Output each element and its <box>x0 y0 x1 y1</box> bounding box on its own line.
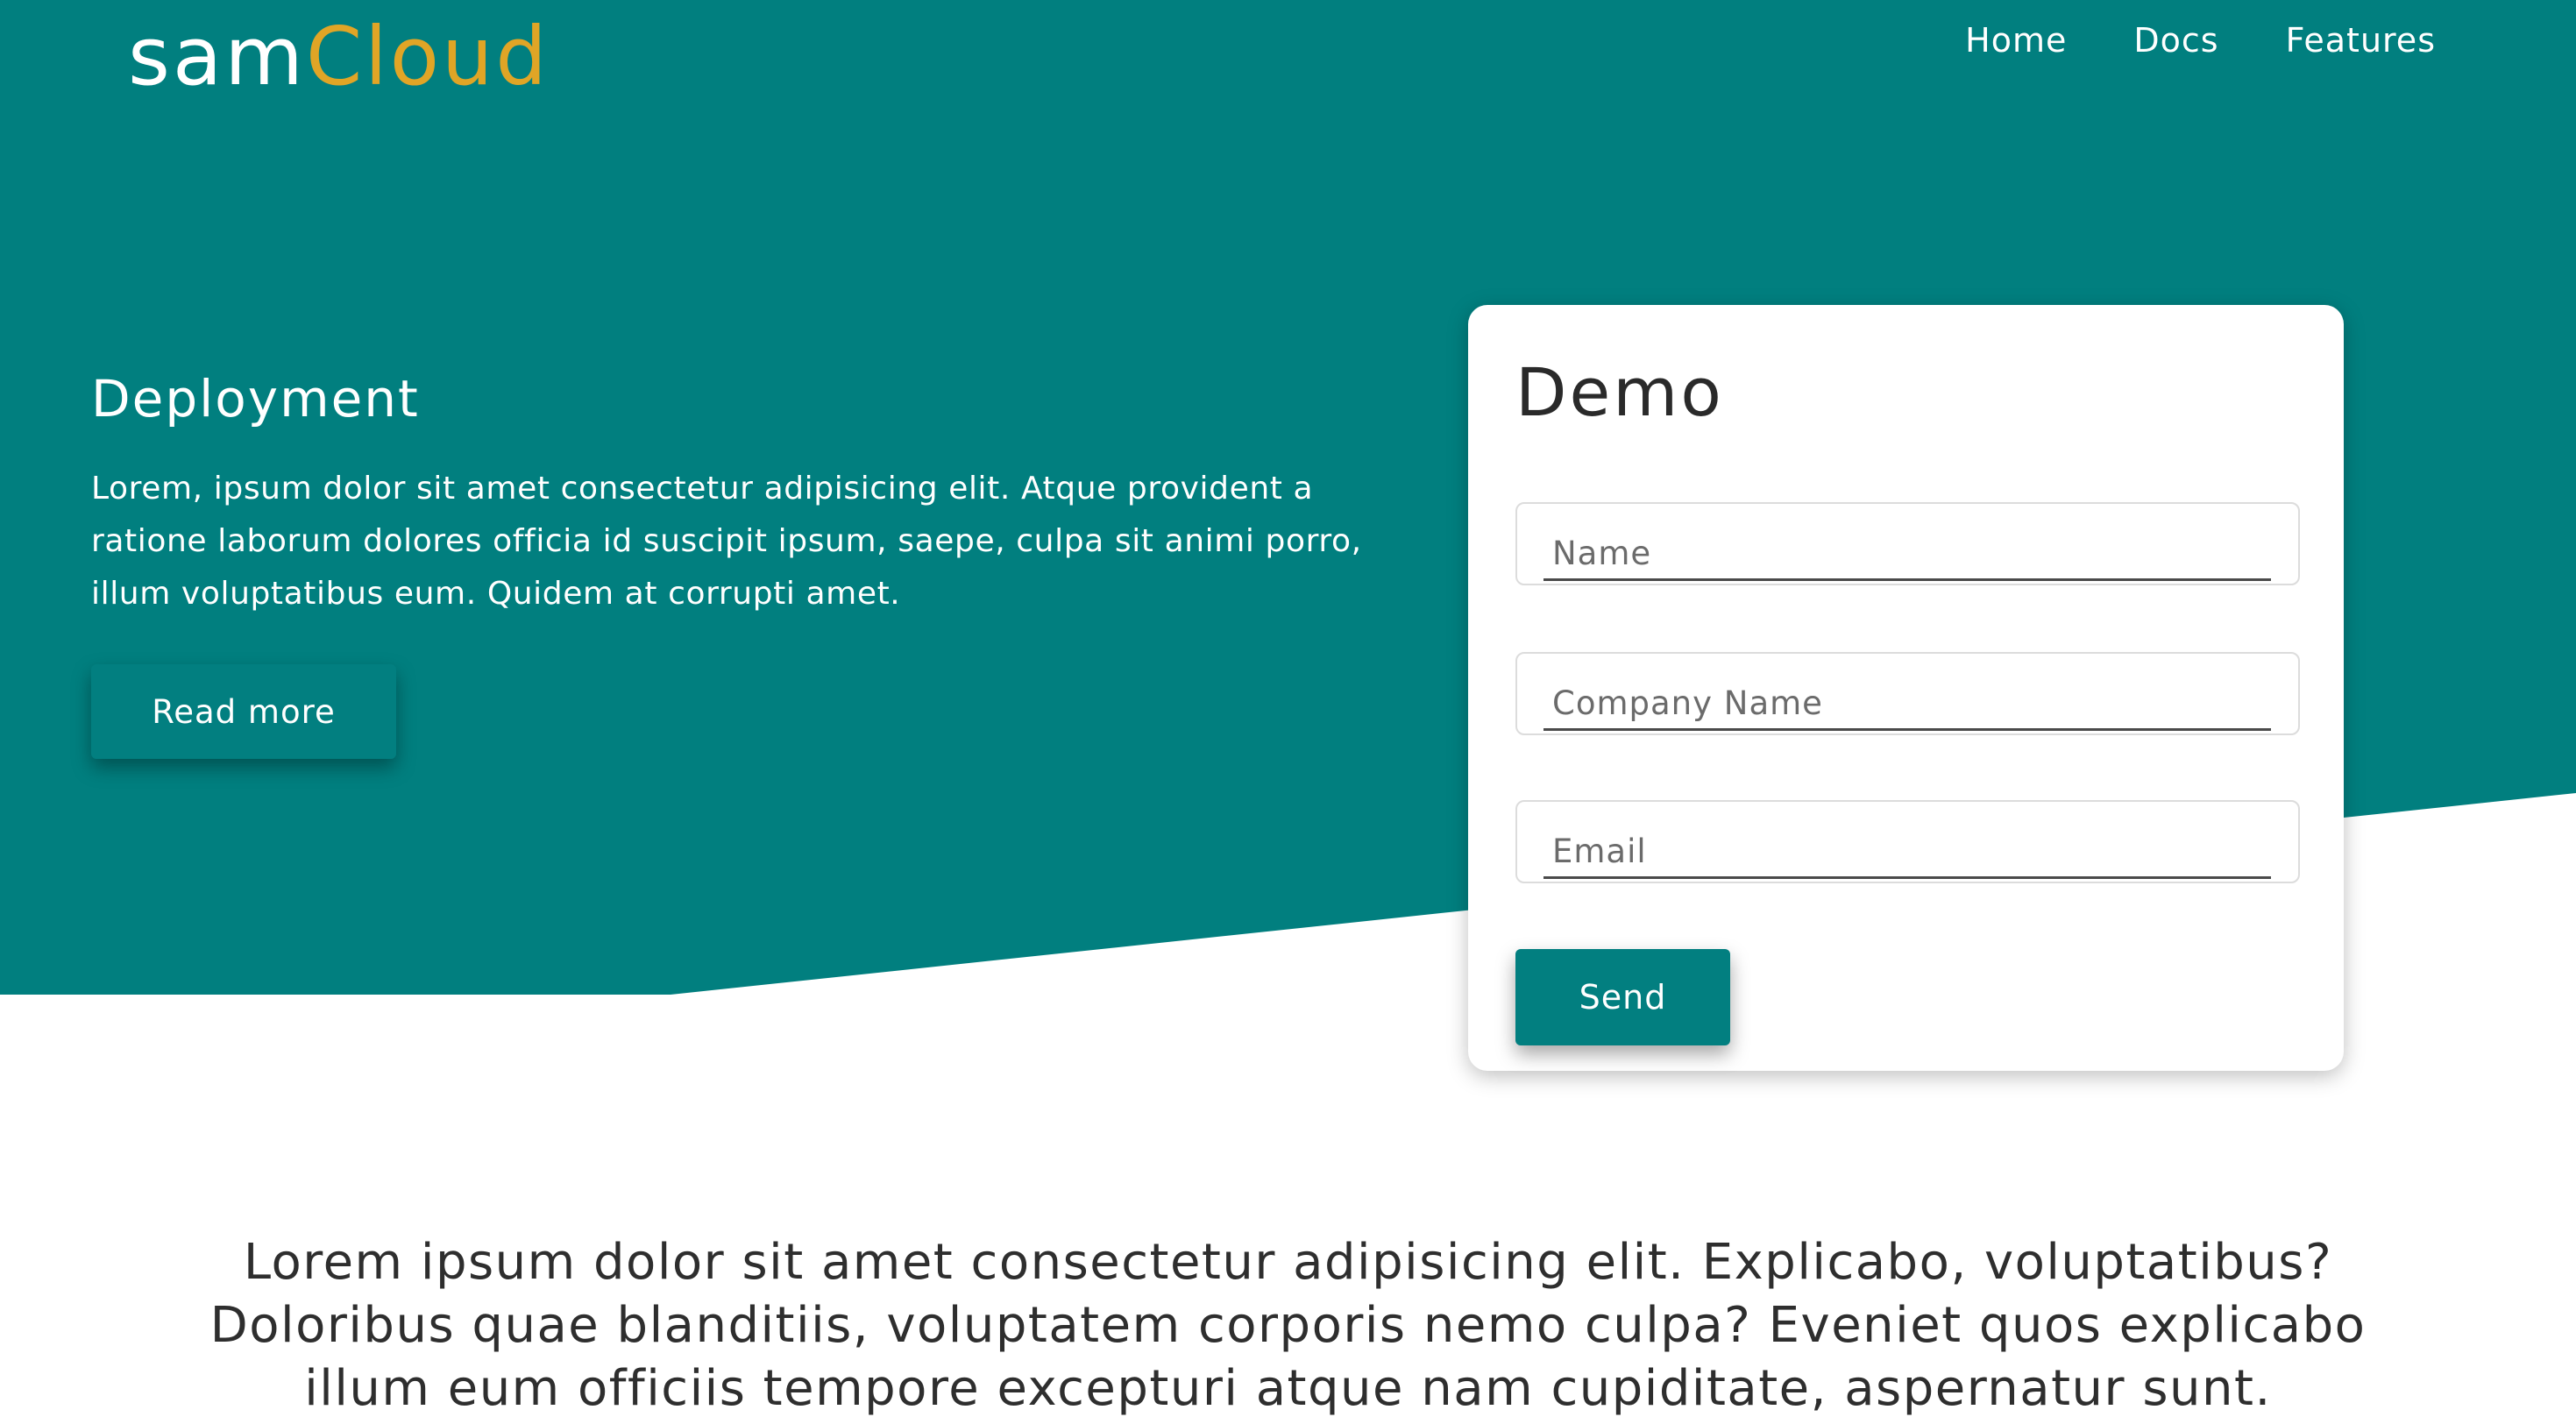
logo[interactable]: samCloud <box>128 9 550 105</box>
nav-link-docs[interactable]: Docs <box>2133 16 2218 65</box>
read-more-button[interactable]: Read more <box>91 664 396 759</box>
email-field <box>1515 800 2300 883</box>
company-name-field <box>1515 652 2300 735</box>
top-nav: Home Docs Features <box>1965 16 2436 65</box>
hero-title: Deployment <box>91 369 420 429</box>
hero-description: Lorem, ipsum dolor sit amet consectetur … <box>91 471 1362 612</box>
landing-page: samCloud Home Docs Features Deployment L… <box>0 0 2576 1417</box>
logo-accent: Cloud <box>305 10 550 103</box>
send-button[interactable]: Send <box>1515 949 1730 1045</box>
name-input[interactable] <box>1543 521 2271 581</box>
company-name-input[interactable] <box>1543 671 2271 731</box>
name-field <box>1515 502 2300 585</box>
demo-form-title: Demo <box>1515 353 1724 431</box>
logo-primary: sam <box>128 10 306 103</box>
nav-link-home[interactable]: Home <box>1965 16 2067 65</box>
email-input[interactable] <box>1543 819 2271 879</box>
demo-form-card: Demo Send <box>1468 305 2344 1071</box>
hero-content: Deployment Lorem, ipsum dolor sit amet c… <box>91 361 1423 620</box>
intro-paragraph: Lorem ipsum dolor sit amet consectetur a… <box>209 1234 2367 1417</box>
nav-link-features[interactable]: Features <box>2286 16 2436 65</box>
